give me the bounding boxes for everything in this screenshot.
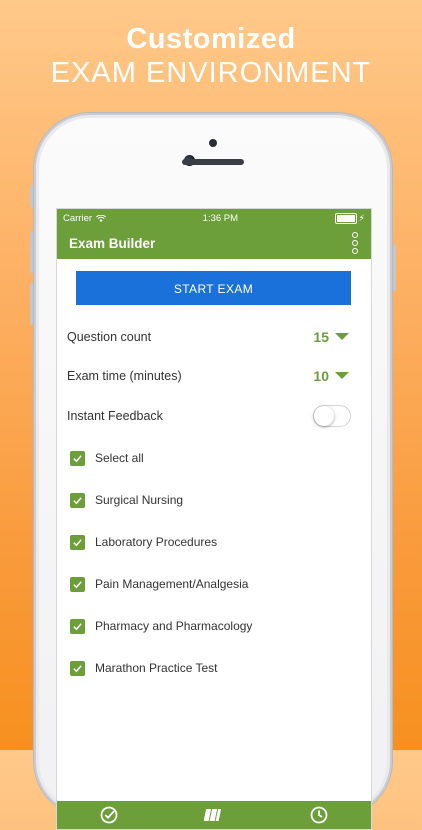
instant-feedback-label: Instant Feedback (67, 409, 163, 423)
battery-icon (334, 212, 357, 224)
exam-time-label: Exam time (minutes) (67, 368, 182, 383)
cards-icon[interactable] (203, 805, 224, 825)
list-item[interactable]: Laboratory Procedures (67, 521, 351, 563)
category-label: Surgical Nursing (95, 493, 184, 507)
charging-icon: ⚡︎ (358, 212, 365, 223)
phone-side-button (30, 185, 33, 207)
chevron-down-icon (335, 372, 349, 379)
checkbox-checked-icon[interactable] (70, 492, 85, 508)
category-label: Marathon Practice Test (95, 661, 218, 675)
phone-power-button (393, 245, 396, 291)
app-screen: Carrier 1:36 PM ⚡︎ Exam Builder START EX… (56, 208, 372, 830)
checkbox-checked-icon[interactable] (70, 618, 85, 634)
exam-builder-form: START EXAM Question count 15 Exam time (… (57, 259, 371, 689)
category-label: Pharmacy and Pharmacology (95, 619, 253, 633)
checkbox-checked-icon[interactable] (70, 534, 85, 550)
check-circle-icon[interactable] (99, 805, 119, 825)
instant-feedback-toggle[interactable] (313, 405, 351, 427)
proximity-sensor (209, 139, 217, 147)
list-item[interactable]: Pharmacy and Pharmacology (67, 605, 351, 647)
status-time: 1:36 PM (202, 212, 239, 224)
question-count-dropdown[interactable]: 15 (313, 329, 349, 345)
status-bar: Carrier 1:36 PM ⚡︎ (57, 209, 371, 227)
checkbox-checked-icon[interactable] (70, 576, 85, 592)
wifi-icon (96, 214, 107, 222)
exam-time-value: 10 (313, 367, 329, 384)
clock-icon[interactable] (309, 805, 329, 825)
phone-frame: Carrier 1:36 PM ⚡︎ Exam Builder START EX… (30, 113, 396, 830)
start-exam-button[interactable]: START EXAM (76, 271, 351, 305)
chevron-down-icon (335, 333, 349, 340)
phone-volume-down (30, 283, 33, 325)
checkbox-checked-icon[interactable] (70, 660, 85, 676)
category-label: Pain Management/Analgesia (95, 577, 249, 591)
carrier-label: Carrier (63, 212, 93, 224)
question-count-label: Question count (67, 329, 152, 344)
list-item[interactable]: Surgical Nursing (67, 479, 351, 521)
list-item[interactable]: Marathon Practice Test (67, 647, 351, 689)
checkbox-checked-icon[interactable] (70, 450, 85, 466)
page-title: Exam Builder (69, 235, 156, 251)
question-count-value: 15 (313, 328, 329, 345)
exam-time-row: Exam time (minutes) 10 (67, 356, 351, 395)
exam-time-dropdown[interactable]: 10 (313, 368, 349, 384)
promo-title: Customized (126, 23, 296, 55)
question-count-row: Question count 15 (67, 317, 351, 356)
promo-subtitle: EXAM ENVIRONMENT (50, 57, 372, 89)
list-item[interactable]: Pain Management/Analgesia (67, 563, 351, 605)
category-label: Laboratory Procedures (95, 535, 218, 549)
promo-headline: Customized EXAM ENVIRONMENT (0, 22, 422, 90)
phone-volume-up (30, 231, 33, 273)
category-list: Select all Surgical Nursing Laboratory P… (67, 437, 351, 689)
more-vertical-icon[interactable] (351, 232, 359, 254)
list-item[interactable]: Select all (67, 437, 351, 479)
bottom-tab-bar (57, 801, 371, 829)
app-toolbar: Exam Builder (57, 227, 371, 259)
category-label: Select all (95, 451, 144, 465)
toggle-knob (314, 406, 334, 426)
earpiece-speaker (182, 159, 244, 165)
instant-feedback-row: Instant Feedback (67, 395, 351, 437)
